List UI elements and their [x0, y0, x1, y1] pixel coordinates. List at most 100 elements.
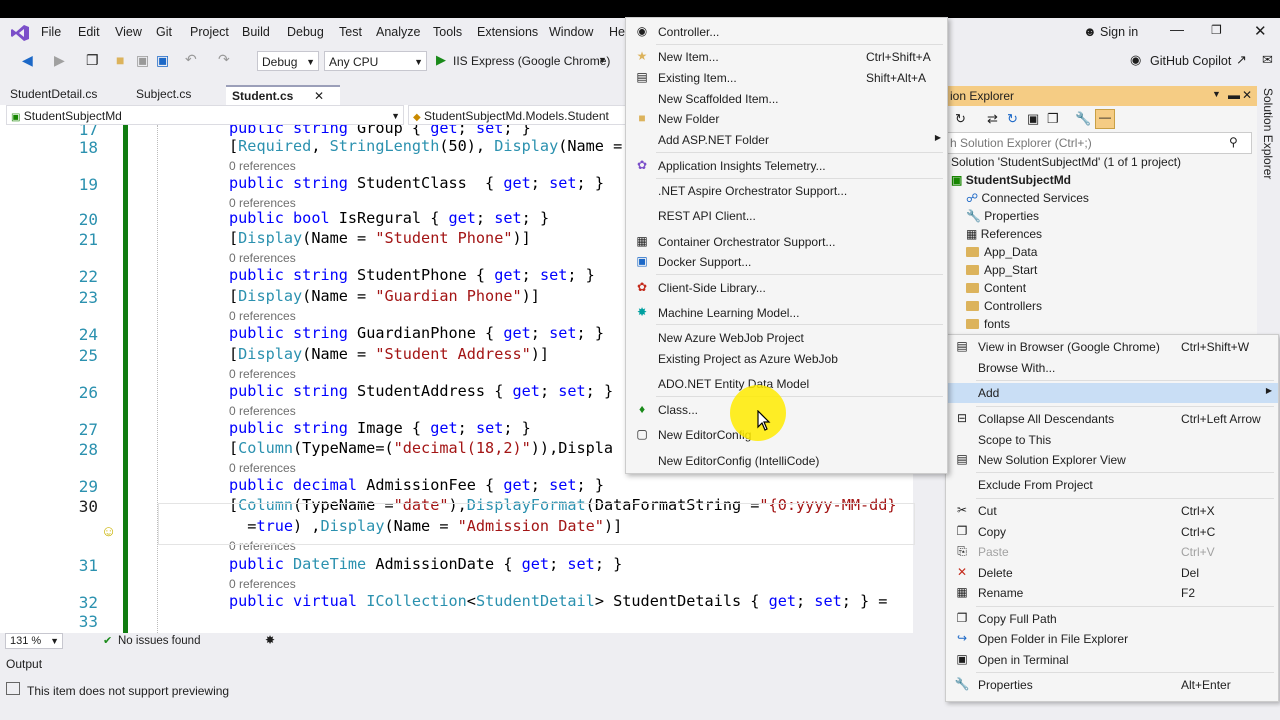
- code-cleanup-icon[interactable]: ✸: [265, 633, 275, 647]
- references-codelens[interactable]: 0 references: [229, 367, 296, 381]
- chevron-down-icon[interactable]: ▼: [1212, 89, 1221, 99]
- search-icon[interactable]: ⚲: [1229, 135, 1238, 149]
- code-line[interactable]: public string Group { get; set; }: [229, 125, 531, 137]
- menu-item-ado-net-entity-data-model[interactable]: ADO.NET Entity Data Model: [626, 374, 947, 394]
- menu-item-existing-project-as-azure-webjob[interactable]: Existing Project as Azure WebJob: [626, 349, 947, 369]
- code-line[interactable]: public string StudentClass { get; set; }: [229, 174, 604, 192]
- menu-item-new-item[interactable]: ★ New Item... Ctrl+Shift+A: [626, 47, 947, 67]
- menu-item-controller[interactable]: ◉ Controller...: [626, 22, 947, 42]
- save-all-icon[interactable]: ▣: [156, 52, 169, 69]
- sync-icon[interactable]: ↻: [955, 111, 966, 127]
- menu-item-delete[interactable]: ✕ Delete Del: [946, 563, 1278, 583]
- tree-node-fonts[interactable]: fonts: [966, 317, 1010, 331]
- references-codelens[interactable]: 0 references: [229, 577, 296, 591]
- menu-item-client-side-library[interactable]: ✿ Client-Side Library...: [626, 278, 947, 298]
- references-codelens[interactable]: 0 references: [229, 251, 296, 265]
- code-line[interactable]: public decimal AdmissionFee { get; set; …: [229, 476, 604, 494]
- menu-file[interactable]: File: [41, 25, 61, 39]
- menu-item-paste[interactable]: ⎘ Paste Ctrl+V: [946, 542, 1278, 562]
- pin-icon[interactable]: ▬: [1228, 88, 1240, 102]
- code-line[interactable]: [Column(TypeName=("decimal(18,2)")),Disp…: [229, 439, 613, 457]
- tree-node-properties[interactable]: 🔧 Properties: [966, 209, 1039, 223]
- menu-item-new-scaffolded-item[interactable]: New Scaffolded Item...: [626, 89, 947, 109]
- menu-item-add[interactable]: Add ▶: [946, 383, 1278, 403]
- menu-item-existing-item[interactable]: ▤ Existing Item... Shift+Alt+A: [626, 68, 947, 88]
- code-line[interactable]: public bool IsRegural { get; set; }: [229, 209, 549, 227]
- collapse-all-icon[interactable]: ▣: [1027, 111, 1039, 127]
- menu-item-browse-with[interactable]: Browse With...: [946, 358, 1278, 378]
- menu-item-container-orchestrator-support[interactable]: ▦ Container Orchestrator Support...: [626, 232, 947, 252]
- menu-item-new-solution-explorer-view[interactable]: ▤ New Solution Explorer View: [946, 450, 1278, 470]
- menu-item-add-asp-net-folder[interactable]: Add ASP.NET Folder ▶: [626, 130, 947, 150]
- code-line[interactable]: [Display(Name = "Student Phone")]: [229, 229, 531, 247]
- menu-tools[interactable]: Tools: [433, 25, 462, 39]
- menu-item-cut[interactable]: ✂ Cut Ctrl+X: [946, 501, 1278, 521]
- configuration-dropdown[interactable]: Debug ▼: [257, 51, 319, 71]
- close-tab-icon[interactable]: ✕: [314, 87, 324, 106]
- menu-item-docker-support[interactable]: ▣ Docker Support...: [626, 252, 947, 272]
- menu-item-new-azure-webjob-project[interactable]: New Azure WebJob Project: [626, 328, 947, 348]
- menu-git[interactable]: Git: [156, 25, 172, 39]
- close-window-icon[interactable]: ✕: [1254, 22, 1267, 40]
- run-target-button[interactable]: IIS Express (Google Chrome): [453, 54, 610, 68]
- undo-icon[interactable]: ↶: [185, 51, 197, 68]
- tree-node-app-data[interactable]: App_Data: [966, 245, 1037, 259]
- menu-item-rename[interactable]: ▦ Rename F2: [946, 583, 1278, 603]
- project-node[interactable]: ▣ StudentSubjectMd: [951, 173, 1071, 187]
- solution-explorer-side-tab[interactable]: Solution Explorer: [1261, 88, 1275, 179]
- menu-item-application-insights-telemetry[interactable]: ✿ Application Insights Telemetry...: [626, 156, 947, 176]
- refresh-icon[interactable]: ↻: [1007, 111, 1018, 127]
- run-play-icon[interactable]: ▶: [436, 52, 446, 68]
- tree-node-connected-services[interactable]: ☍ Connected Services: [966, 191, 1089, 205]
- lightbulb-icon[interactable]: ☺: [101, 523, 116, 540]
- preview-toggle-icon[interactable]: —: [1095, 109, 1115, 129]
- sign-in-link[interactable]: Sign in: [1100, 25, 1138, 39]
- references-codelens[interactable]: 0 references: [229, 196, 296, 210]
- run-dropdown-icon[interactable]: ▼: [598, 55, 607, 65]
- back-icon[interactable]: ◀: [22, 52, 33, 69]
- show-all-files-icon[interactable]: ❐: [1047, 111, 1059, 127]
- menu-build[interactable]: Build: [242, 25, 270, 39]
- code-line[interactable]: public virtual ICollection<StudentDetail…: [229, 592, 887, 610]
- code-line[interactable]: public string StudentAddress { get; set;…: [229, 382, 613, 400]
- menu-item-rest-api-client[interactable]: REST API Client...: [626, 206, 947, 226]
- forward-icon[interactable]: ▶: [54, 52, 65, 69]
- menu-item-new-editorconfig-intellicode[interactable]: New EditorConfig (IntelliCode): [626, 451, 947, 471]
- menu-item-view-in-browser-google-chrome[interactable]: ▤ View in Browser (Google Chrome) Ctrl+Shi…: [946, 337, 1278, 357]
- solution-node[interactable]: Solution 'StudentSubjectMd' (1 of 1 proj…: [951, 155, 1181, 169]
- code-line[interactable]: [Display(Name = "Student Address")]: [229, 345, 549, 363]
- new-project-icon[interactable]: ❐: [86, 52, 99, 69]
- menu-help[interactable]: He: [609, 25, 625, 39]
- code-line[interactable]: public string GuardianPhone { get; set; …: [229, 324, 604, 342]
- platform-dropdown[interactable]: Any CPU ▼: [324, 51, 427, 71]
- menu-item-copy[interactable]: ❐ Copy Ctrl+C: [946, 522, 1278, 542]
- menu-edit[interactable]: Edit: [78, 25, 100, 39]
- tree-node-references[interactable]: ▦ References: [966, 227, 1042, 241]
- feedback-icon[interactable]: ✉: [1262, 52, 1273, 68]
- redo-icon[interactable]: ↷: [218, 51, 230, 68]
- menu-window[interactable]: Window: [549, 25, 593, 39]
- tab-student[interactable]: Student.cs ✕: [226, 85, 340, 106]
- tree-node-controllers[interactable]: Controllers: [966, 299, 1042, 313]
- menu-item-properties[interactable]: 🔧 Properties Alt+Enter: [946, 675, 1278, 695]
- issues-status[interactable]: No issues found: [118, 635, 200, 647]
- references-codelens[interactable]: 0 references: [229, 461, 296, 475]
- menu-view[interactable]: View: [115, 25, 142, 39]
- code-line[interactable]: [Display(Name = "Guardian Phone")]: [229, 287, 540, 305]
- menu-item-scope-to-this[interactable]: Scope to This: [946, 430, 1278, 450]
- switch-views-icon[interactable]: ⇄: [987, 111, 998, 127]
- menu-item-copy-full-path[interactable]: ❐ Copy Full Path: [946, 609, 1278, 629]
- tree-node-app-start[interactable]: App_Start: [966, 263, 1037, 277]
- references-codelens[interactable]: 0 references: [229, 159, 296, 173]
- tab-studentdetail[interactable]: StudentDetail.cs: [4, 85, 103, 104]
- code-line[interactable]: public DateTime AdmissionDate { get; set…: [229, 555, 622, 573]
- tree-node-content[interactable]: Content: [966, 281, 1026, 295]
- menu-project[interactable]: Project: [190, 25, 229, 39]
- menu-item-open-in-terminal[interactable]: ▣ Open in Terminal: [946, 650, 1278, 670]
- code-line[interactable]: [Required, StringLength(50), Display(Nam…: [229, 137, 622, 155]
- menu-item-collapse-all-descendants[interactable]: ⊟ Collapse All Descendants Ctrl+Left Arrow: [946, 409, 1278, 429]
- code-line[interactable]: public string Image { get; set; }: [229, 419, 531, 437]
- save-icon[interactable]: ▣: [136, 52, 149, 69]
- class-dropdown[interactable]: ◆ StudentSubjectMd.Models.Student: [408, 105, 630, 125]
- menu-debug[interactable]: Debug: [287, 25, 324, 39]
